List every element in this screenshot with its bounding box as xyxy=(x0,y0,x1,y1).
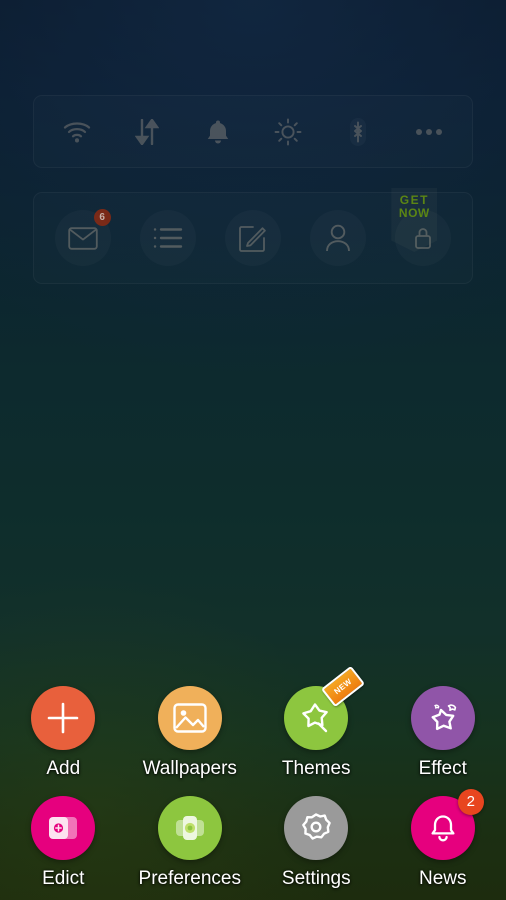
app-icon-news[interactable]: 2 xyxy=(410,789,484,860)
app-icon-settings[interactable] xyxy=(284,796,349,860)
plus-icon xyxy=(47,702,79,734)
app-label-news: News xyxy=(418,868,467,889)
app-wallpapers[interactable]: Wallpapers xyxy=(127,686,254,780)
shortcut-widget: 6 Mail List xyxy=(33,188,473,284)
mail-badge: 6 xyxy=(93,209,111,226)
app-label-edict: Edict xyxy=(42,868,85,889)
wifi-icon[interactable]: Wi-Fi xyxy=(54,109,100,155)
image-icon xyxy=(173,703,207,733)
gear-icon xyxy=(302,813,332,840)
app-icon-themes[interactable]: NEW xyxy=(284,665,366,750)
app-label-settings: Settings xyxy=(281,868,351,889)
shortcut-contact[interactable]: Contacts xyxy=(310,210,366,266)
app-label-effect: Effect xyxy=(418,758,467,779)
app-preferences[interactable]: Preferences xyxy=(127,796,254,890)
app-icon-wallpapers[interactable] xyxy=(157,686,222,750)
app-icon-preferences[interactable] xyxy=(157,796,222,860)
app-edict[interactable]: Edict xyxy=(0,796,127,890)
news-badge: 2 xyxy=(457,789,484,815)
home-screen: Wi-Fi Mobile data Ringer xyxy=(0,0,506,900)
list-icon xyxy=(140,210,196,266)
get-now-promo-ribbon[interactable]: GET NOW xyxy=(391,188,438,252)
contact-icon xyxy=(310,210,366,266)
sparkle-star-icon xyxy=(431,704,456,731)
promo-line-2: NOW xyxy=(398,206,430,220)
bluetooth-icon[interactable]: Bluetooth xyxy=(335,109,381,155)
new-tag-label: NEW xyxy=(332,676,354,697)
shortcut-mail[interactable]: 6 Mail xyxy=(55,209,111,266)
app-news[interactable]: 2 News xyxy=(380,789,506,890)
app-add[interactable]: Add xyxy=(0,686,127,780)
compose-icon xyxy=(225,210,281,266)
data-transfer-icon[interactable]: Mobile data xyxy=(124,109,170,155)
app-icon-edict[interactable] xyxy=(31,796,96,860)
app-label-wallpapers: Wallpapers xyxy=(142,758,237,779)
app-label-add: Add xyxy=(46,758,81,779)
magic-star-icon xyxy=(302,703,329,733)
shortcut-locked[interactable]: GET NOW Locked xyxy=(391,188,451,266)
app-settings[interactable]: Settings xyxy=(253,796,380,890)
cards-dot-icon xyxy=(175,816,204,840)
app-grid: Add Wallpapers NEW Themes Effect Edict P… xyxy=(0,665,506,890)
app-label-preferences: Preferences xyxy=(138,868,241,889)
app-icon-effect[interactable] xyxy=(410,686,475,750)
bell-outline-icon xyxy=(431,815,455,842)
quick-toggles-widget: Wi-Fi Mobile data Ringer xyxy=(33,95,473,168)
app-effect[interactable]: Effect xyxy=(380,686,506,780)
bell-icon[interactable]: Ringer xyxy=(195,109,241,155)
more-dots-icon[interactable]: More xyxy=(406,109,452,155)
shortcut-list[interactable]: List xyxy=(140,210,196,266)
brightness-icon[interactable]: Brightness xyxy=(265,109,311,155)
shortcut-compose[interactable]: Compose xyxy=(225,210,281,266)
app-themes[interactable]: NEW Themes xyxy=(253,665,380,780)
app-label-themes: Themes xyxy=(281,758,351,779)
cards-plus-icon xyxy=(49,817,78,839)
app-icon-add[interactable] xyxy=(31,686,96,750)
